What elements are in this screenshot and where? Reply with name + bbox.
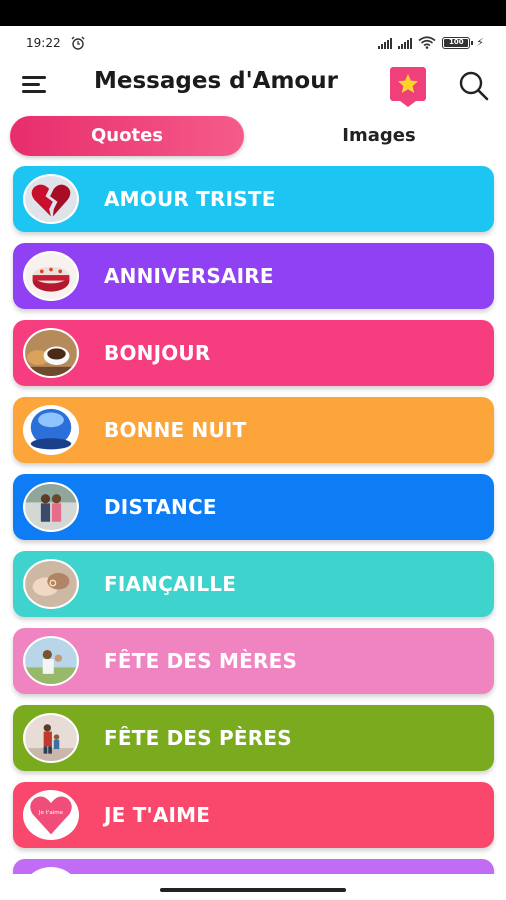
- couple-photo-icon: [23, 482, 79, 532]
- star-icon: [398, 74, 418, 93]
- category-label: BONNE NUIT: [104, 418, 247, 442]
- alarm-clock-icon: [71, 36, 85, 50]
- category-label: ANNIVERSAIRE: [104, 264, 274, 288]
- app-title: Messages d'Amour: [94, 68, 338, 94]
- broken-heart-icon: [23, 174, 79, 224]
- tab-bar: Quotes Images: [0, 116, 506, 156]
- wifi-icon: [418, 36, 436, 49]
- home-indicator[interactable]: [160, 888, 346, 892]
- category-fiancaille[interactable]: FIANÇAILLE: [13, 551, 494, 617]
- category-amour-triste[interactable]: AMOUR TRISTE: [13, 166, 494, 232]
- category-label: DISTANCE: [104, 495, 217, 519]
- status-time: 19:22: [26, 36, 61, 50]
- category-anniversaire[interactable]: ANNIVERSAIRE: [13, 243, 494, 309]
- category-label: FIANÇAILLE: [104, 572, 237, 596]
- category-distance[interactable]: DISTANCE: [13, 474, 494, 540]
- category-bonne-nuit[interactable]: BONNE NUIT: [13, 397, 494, 463]
- search-icon[interactable]: [458, 70, 490, 102]
- charging-icon: ⚡: [476, 36, 484, 49]
- favorites-button[interactable]: [390, 67, 426, 107]
- coffee-cup-icon: [23, 328, 79, 378]
- tab-images[interactable]: Images: [262, 116, 496, 156]
- category-label: AMOUR TRISTE: [104, 187, 276, 211]
- category-label: FÊTE DES PÈRES: [104, 726, 292, 750]
- cake-icon: [23, 251, 79, 301]
- category-label: BONJOUR: [104, 341, 211, 365]
- mother-photo-icon: [23, 636, 79, 686]
- signal-icon: [398, 37, 413, 49]
- status-bar: 19:22 100 ⚡: [0, 26, 506, 62]
- ring-photo-icon: [23, 559, 79, 609]
- tab-quotes[interactable]: Quotes: [10, 116, 244, 156]
- top-black-bar: [0, 0, 506, 26]
- category-je-t-aime[interactable]: Je t'aime JE T'AIME: [13, 782, 494, 848]
- moon-icon: [23, 405, 79, 455]
- battery-icon: 100: [442, 36, 474, 49]
- category-fete-des-meres[interactable]: FÊTE DES MÈRES: [13, 628, 494, 694]
- category-label: FÊTE DES MÈRES: [104, 649, 298, 673]
- category-label: JE T'AIME: [104, 803, 211, 827]
- category-list[interactable]: AMOUR TRISTE ANNIVERSAIRE BONJOUR BONNE …: [0, 166, 506, 874]
- signal-icon: [378, 37, 393, 49]
- partial-item-icon: [23, 867, 79, 874]
- father-photo-icon: [23, 713, 79, 763]
- status-icons: 100 ⚡: [378, 36, 484, 49]
- category-fete-des-peres[interactable]: FÊTE DES PÈRES: [13, 705, 494, 771]
- app-bar: Messages d'Amour: [0, 62, 506, 107]
- heart-caption: Je t'aime: [38, 810, 64, 816]
- heart-je-taime-icon: Je t'aime: [23, 790, 79, 840]
- category-partial[interactable]: [13, 859, 494, 874]
- category-bonjour[interactable]: BONJOUR: [13, 320, 494, 386]
- hamburger-menu-icon[interactable]: [22, 74, 48, 94]
